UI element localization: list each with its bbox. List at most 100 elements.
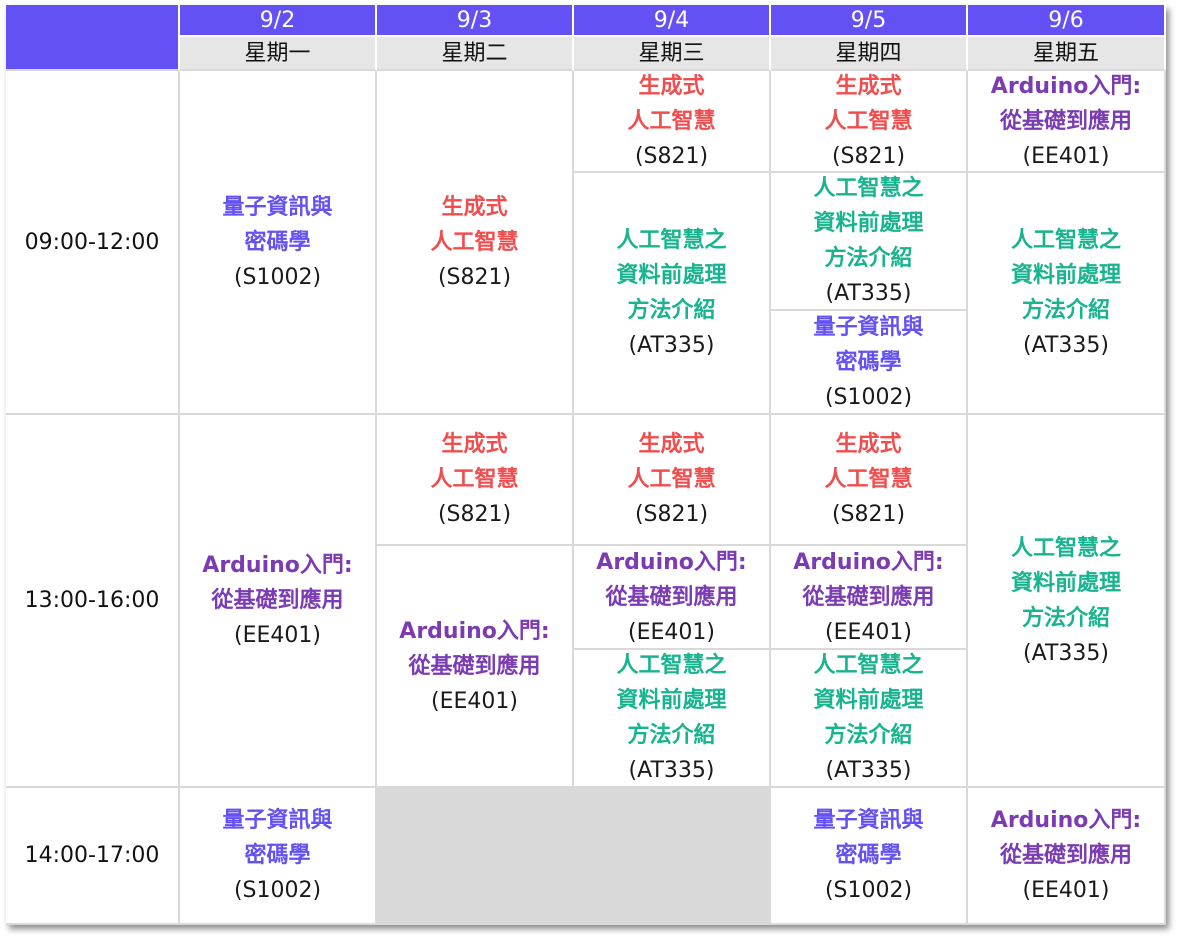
course-title-line: 人工智慧之: [813, 176, 924, 201]
course-title-line: 從基礎到應用: [999, 108, 1132, 134]
room-label: (AT335): [1023, 333, 1109, 358]
course-title-line: 密碼學: [835, 349, 902, 375]
session-cell: 生成式 人工智慧 (S821): [574, 71, 771, 173]
course-title-line: 方法介紹: [824, 723, 913, 748]
session-cell: Arduino入門: 從基礎到應用 (EE401): [968, 71, 1166, 173]
time-slot-cell: 13:00-16:00: [6, 415, 180, 788]
course-title-line: 人工智慧之: [813, 653, 924, 678]
session-cell: 量子資訊與 密碼學 (S1002): [771, 311, 968, 415]
date-label: 9/4: [653, 7, 690, 33]
date-header: 9/4: [574, 5, 771, 37]
course-title-line: 資料前處理: [616, 688, 727, 713]
course-title-line: 方法介紹: [824, 246, 913, 271]
weekday-header: 星期五: [968, 37, 1166, 71]
course-title-line: 人工智慧之: [1010, 535, 1121, 561]
course-title-line: Arduino入門:: [793, 549, 944, 575]
time-slot-cell: 14:00-17:00: [6, 788, 180, 925]
course-title-line: 人工智慧: [430, 467, 519, 492]
room-label: (S1002): [233, 264, 322, 290]
date-header: 9/6: [968, 5, 1166, 37]
header-corner: [6, 5, 180, 71]
room-label: (S821): [634, 502, 709, 527]
room-label: (S1002): [233, 878, 322, 903]
session-cell: 生成式人工智慧 (S821): [574, 415, 771, 546]
session-cell: 人工智慧之 資料前處理 方法介紹 (AT335): [771, 173, 968, 311]
course-title-line: Arduino入門:: [596, 549, 747, 575]
date-label: 9/6: [1048, 7, 1084, 33]
room-label: (S821): [831, 502, 906, 527]
course-title-line: 人工智慧之: [616, 228, 727, 253]
weekday-header: 星期四: [771, 37, 968, 71]
course-title-line: 生成式: [441, 432, 508, 457]
course-title-line: Arduino入門:: [990, 73, 1142, 99]
room-label: (AT335): [628, 758, 715, 783]
course-title-line: 人工智慧之: [1010, 228, 1121, 253]
course-title-line: 方法介紹: [1021, 298, 1110, 323]
room-label: (EE401): [234, 623, 321, 648]
course-title-line: Arduino入門:: [990, 808, 1142, 833]
date-label: 9/3: [456, 7, 493, 33]
course-title-line: 生成式: [638, 432, 705, 457]
course-title-line: 量子資訊與: [222, 808, 333, 833]
room-label: (S821): [437, 502, 512, 527]
session-cell: Arduino入門: 從基礎到應用 (EE401): [180, 415, 377, 788]
course-title-line: 生成式: [835, 73, 902, 99]
course-title-line: 密碼學: [244, 843, 311, 868]
course-title-line: 從基礎到應用: [802, 584, 935, 610]
course-title-line: 資料前處理: [1010, 263, 1121, 288]
course-title-line: 從基礎到應用: [605, 584, 738, 610]
session-cell: Arduino入門: 從基礎到應用 (EE401): [968, 788, 1166, 925]
room-label: (AT335): [825, 758, 912, 783]
course-title-line: 從基礎到應用: [999, 843, 1132, 868]
session-cell: Arduino入門: 從基礎到應用 (EE401): [377, 546, 574, 788]
course-title-line: 資料前處理: [813, 211, 924, 236]
session-cell: 人工智慧之 資料前處理 方法介紹 (AT335): [771, 650, 968, 788]
time-slot-label: 13:00-16:00: [24, 588, 160, 613]
room-label: (EE401): [825, 619, 912, 645]
course-title-line: 資料前處理: [616, 263, 727, 288]
weekday-header: 星期一: [180, 37, 377, 71]
course-title-line: 從基礎到應用: [408, 653, 541, 679]
session-cell: 人工智慧之資料前處理方法介紹 (AT335): [574, 173, 771, 415]
course-title-line: 資料前處理: [1010, 570, 1121, 596]
date-header: 9/3: [377, 5, 574, 37]
date-header: 9/2: [180, 5, 377, 37]
course-title-line: 人工智慧: [627, 467, 716, 492]
course-title-line: 人工智慧: [824, 467, 913, 492]
course-title-line: 密碼學: [244, 229, 311, 255]
course-title-line: 生成式: [835, 432, 902, 457]
session-cell: 人工智慧之 資料前處理 方法介紹 (AT335): [574, 650, 771, 788]
course-title-line: 生成式: [441, 194, 508, 220]
course-title-line: 生成式: [638, 73, 705, 99]
time-slot-label: 14:00-17:00: [24, 843, 160, 868]
date-label: 9/5: [850, 7, 887, 33]
session-cell: 量子資訊與密碼學 (S1002): [180, 788, 377, 925]
course-title-line: 人工智慧之: [616, 653, 727, 678]
room-label: (AT335): [1023, 640, 1109, 666]
course-title-line: 人工智慧: [824, 108, 913, 134]
session-cell: 生成式人工智慧 (S821): [377, 415, 574, 546]
session-cell: 生成式人工智慧 (S821): [377, 71, 574, 415]
weekday-label: 星期二: [441, 40, 508, 66]
room-label: (EE401): [1022, 143, 1110, 169]
course-title-line: 從基礎到應用: [211, 588, 344, 613]
room-label: (S821): [437, 264, 512, 290]
session-cell: Arduino入門: 從基礎到應用 (EE401): [771, 546, 968, 650]
time-slot-cell: 09:00-12:00: [6, 71, 180, 415]
course-title-line: 方法介紹: [627, 298, 716, 323]
course-title-line: 人工智慧: [430, 229, 519, 255]
weekday-label: 星期三: [638, 40, 705, 66]
date-header: 9/5: [771, 5, 968, 37]
empty-slot: [377, 788, 771, 925]
session-cell: 生成式 人工智慧 (S821): [771, 71, 968, 173]
weekday-label: 星期一: [244, 40, 311, 66]
session-cell: 量子資訊與 密碼學 (S1002): [180, 71, 377, 415]
room-label: (S1002): [824, 384, 913, 410]
time-slot-label: 09:00-12:00: [24, 229, 160, 255]
room-label: (EE401): [431, 688, 518, 714]
room-label: (EE401): [1022, 878, 1110, 903]
session-cell: 生成式人工智慧 (S821): [771, 415, 968, 546]
course-title-line: 人工智慧: [627, 108, 716, 134]
room-label: (AT335): [628, 333, 715, 358]
room-label: (S1002): [824, 878, 913, 903]
